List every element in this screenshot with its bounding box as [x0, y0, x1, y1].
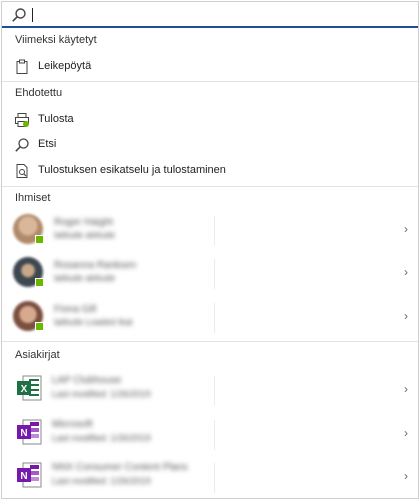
presence-indicator: [35, 235, 44, 244]
search-input[interactable]: [32, 8, 33, 22]
suggested-item-print[interactable]: Tulosta: [2, 109, 418, 131]
document-name: LAP Clubhouse: [52, 375, 122, 386]
chevron-right-icon[interactable]: ›: [404, 222, 408, 236]
document-row[interactable]: N Microsoft Last modified: 1/26/2019 ›: [2, 412, 418, 456]
suggested-item-label: Etsi: [38, 138, 57, 150]
print-preview-icon: [16, 164, 28, 178]
svg-text:N: N: [20, 428, 27, 439]
person-detail: latitude abitude: [54, 273, 116, 283]
recent-section-header: Viimeksi käytetyt: [15, 34, 97, 46]
person-name: Fiona Gill: [54, 304, 97, 315]
chevron-right-icon[interactable]: ›: [404, 382, 408, 396]
svg-text:N: N: [20, 471, 27, 482]
document-row[interactable]: X LAP Clubhouse Last modified: 1/26/2019…: [2, 368, 418, 412]
people-section-header: Ihmiset: [15, 192, 51, 204]
person-name: Roger Haight: [54, 217, 113, 228]
document-row[interactable]: N NNX Consumer Content Plans Last modifi…: [2, 455, 418, 499]
column-separator: [214, 303, 215, 333]
divider: [2, 81, 418, 82]
column-separator: [214, 463, 215, 493]
chevron-right-icon[interactable]: ›: [404, 426, 408, 440]
person-name: Rosanna Ranksen: [54, 260, 137, 271]
person-detail: latitude Loaded Ikat: [54, 317, 133, 327]
suggested-section-header: Ehdotettu: [15, 87, 63, 99]
person-detail: latitude abitude: [54, 230, 116, 240]
recent-item-clipboard[interactable]: Leikepöytä: [2, 56, 418, 78]
document-detail: Last modified: 1/26/2019: [52, 476, 151, 486]
onenote-icon: N: [17, 419, 42, 445]
document-name: Microsoft: [52, 419, 93, 430]
column-separator: [214, 216, 215, 246]
search-icon: [12, 8, 26, 22]
divider: [2, 186, 418, 187]
column-separator: [214, 420, 215, 450]
person-row[interactable]: Rosanna Ranksen latitude abitude ›: [2, 251, 418, 295]
suggested-item-label: Tulosta: [38, 113, 74, 125]
search-dropdown-panel: Viimeksi käytetyt Leikepöytä Ehdotettu T…: [1, 1, 419, 499]
search-icon: [15, 138, 29, 152]
presence-indicator: [35, 278, 44, 287]
column-separator: [214, 376, 215, 406]
search-bar[interactable]: [2, 2, 418, 28]
suggested-item-label: Tulostuksen esikatselu ja tulostaminen: [38, 164, 226, 176]
divider: [2, 341, 418, 342]
presence-indicator: [35, 322, 44, 331]
recent-item-label: Leikepöytä: [38, 60, 92, 72]
suggested-item-find[interactable]: Etsi: [2, 134, 418, 156]
document-detail: Last modified: 1/26/2019: [52, 389, 151, 399]
chevron-right-icon[interactable]: ›: [404, 469, 408, 483]
person-row[interactable]: Roger Haight latitude abitude ›: [2, 208, 418, 252]
chevron-right-icon[interactable]: ›: [404, 265, 408, 279]
excel-icon: X: [17, 375, 42, 401]
documents-section-header: Asiakirjat: [15, 349, 60, 361]
onenote-icon: N: [17, 462, 42, 488]
column-separator: [214, 259, 215, 289]
clipboard-icon: [16, 59, 28, 74]
suggested-item-print-preview[interactable]: Tulostuksen esikatselu ja tulostaminen: [2, 160, 418, 182]
document-detail: Last modified: 1/26/2019: [52, 433, 151, 443]
chevron-right-icon[interactable]: ›: [404, 309, 408, 323]
print-icon: [15, 113, 29, 127]
person-row[interactable]: Fiona Gill latitude Loaded Ikat ›: [2, 295, 418, 339]
svg-text:X: X: [21, 384, 28, 395]
document-name: NNX Consumer Content Plans: [52, 462, 188, 473]
